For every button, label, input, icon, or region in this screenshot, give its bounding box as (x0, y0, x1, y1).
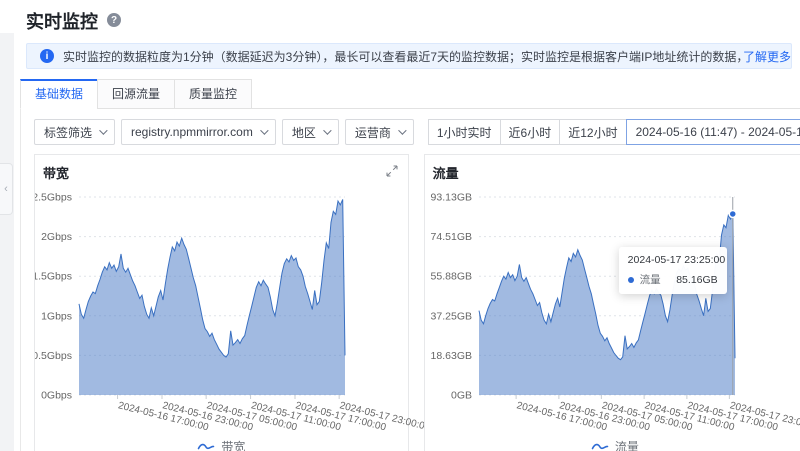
svg-text:93.13GB: 93.13GB (430, 192, 471, 204)
bandwidth-legend-item[interactable]: 带宽 (197, 438, 245, 451)
chevron-left-icon: ‹ (4, 183, 8, 195)
date-range-input[interactable]: 2024-05-16 (11:47) - 2024-05-17 (23:47) (626, 119, 800, 145)
bandwidth-card: 带宽 2.5Gbps2Gbps1.5Gbps1Gbps0.5Gbps0Gbps2… (34, 154, 409, 451)
chevron-down-icon (260, 126, 268, 134)
traffic-legend: 流量 (425, 438, 800, 451)
help-icon[interactable]: ? (107, 13, 121, 27)
tag-filter-dropdown[interactable]: 标签筛选 (34, 119, 115, 145)
traffic-chart[interactable]: 93.13GB 74.51GB 55.88GB 37.25GB 18.63GB 0GB 20… (425, 155, 800, 433)
panel-body: 标签筛选 registry.npmmirror.com 地区 运营商 1小时实时 (20, 109, 800, 451)
isp-dropdown[interactable]: 运营商 (345, 119, 414, 145)
tab-panel: 基础数据 回源流量 质量监控 标签筛选 registry.npmmirror.c… (20, 79, 800, 451)
tab-basic-data[interactable]: 基础数据 (20, 79, 98, 109)
svg-text:0GB: 0GB (451, 390, 472, 402)
tab-quality-monitor[interactable]: 质量监控 (174, 79, 252, 109)
bandwidth-legend: 带宽 (35, 438, 408, 451)
chevron-down-icon (323, 126, 331, 134)
traffic-card: 流量 93.13GB 74.51GB 55.88GB 37.25GB 18.63GB 0G… (424, 154, 800, 451)
time-range-button-6h[interactable]: 近6小时 (500, 119, 561, 145)
time-range-button-1h-realtime[interactable]: 1小时实时 (428, 119, 501, 145)
realtime-monitor-page: ‹ 实时监控 ? i 实时监控的数据粒度为1分钟（数据延迟为3分钟），最长可以查… (0, 0, 800, 451)
region-dropdown[interactable]: 地区 (282, 119, 339, 145)
filter-bar: 标签筛选 registry.npmmirror.com 地区 运营商 1小时实时 (34, 119, 800, 145)
svg-text:2Gbps: 2Gbps (41, 231, 72, 243)
chart-tooltip: 2024-05-17 23:25:00 流量 85.16GB (619, 247, 727, 294)
charts-row: 带宽 2.5Gbps 2Gbps 1.5Gbps 1Gbps 0.5Gbps 0Gbps 2… (34, 154, 800, 451)
svg-text:37.25GB: 37.25GB (430, 310, 471, 322)
wave-icon (197, 442, 215, 451)
svg-text:55.88GB: 55.88GB (430, 271, 471, 283)
info-icon: i (40, 49, 54, 63)
tab-bar: 基础数据 回源流量 质量监控 (20, 79, 800, 109)
wave-icon (591, 442, 609, 451)
chevron-down-icon (99, 126, 107, 134)
svg-text:1.5Gbps: 1.5Gbps (35, 271, 72, 283)
banner-text: 实时监控的数据粒度为1分钟（数据延迟为3分钟），最长可以查看最近7天的监控数据；… (63, 48, 741, 65)
sidebar-collapse-handle[interactable]: ‹ (0, 163, 13, 215)
time-range-group: 1小时实时 近6小时 近12小时 (428, 119, 626, 145)
tooltip-value: 85.16GB (676, 274, 717, 286)
svg-text:18.63GB: 18.63GB (430, 350, 471, 362)
tab-origin-traffic[interactable]: 回源流量 (97, 79, 175, 109)
tooltip-time: 2024-05-17 23:25:00 (628, 254, 718, 266)
learn-more-link[interactable]: 了解更多 (743, 48, 791, 65)
tooltip-series-dot (628, 277, 634, 283)
svg-text:1Gbps: 1Gbps (41, 310, 72, 322)
info-banner: i 实时监控的数据粒度为1分钟（数据延迟为3分钟），最长可以查看最近7天的监控数… (26, 43, 792, 69)
time-range-button-12h[interactable]: 近12小时 (559, 119, 626, 145)
svg-text:2.5Gbps: 2.5Gbps (35, 192, 72, 204)
left-gutter (0, 33, 14, 451)
traffic-legend-item[interactable]: 流量 (591, 438, 639, 451)
svg-text:0.5Gbps: 0.5Gbps (35, 350, 72, 362)
chevron-down-icon (398, 126, 406, 134)
bandwidth-chart[interactable]: 2.5Gbps2Gbps1.5Gbps1Gbps0.5Gbps0Gbps2024… (35, 155, 427, 433)
page-title: 实时监控 (26, 8, 98, 34)
svg-text:0Gbps: 0Gbps (41, 390, 72, 402)
domain-dropdown[interactable]: registry.npmmirror.com (121, 119, 276, 145)
svg-text:74.51GB: 74.51GB (430, 231, 471, 243)
tooltip-series-label: 流量 (640, 272, 661, 287)
